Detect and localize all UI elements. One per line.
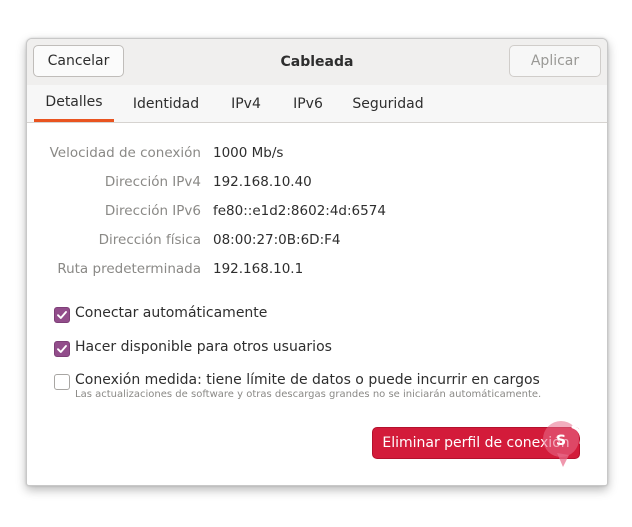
apply-button[interactable]: Aplicar xyxy=(509,45,601,77)
available-all-option[interactable]: Hacer disponible para otros usuarios xyxy=(54,339,332,357)
tab-identity[interactable]: Identidad xyxy=(124,85,208,122)
detail-value: 192.168.10.40 xyxy=(213,174,312,190)
tab-ipv6[interactable]: IPv6 xyxy=(285,85,331,122)
cancel-button[interactable]: Cancelar xyxy=(33,45,124,77)
detail-value: 192.168.10.1 xyxy=(213,261,304,277)
detail-row-mac: Dirección física 08:00:27:0B:6D:F4 xyxy=(27,230,607,252)
detail-label: Dirección IPv6 xyxy=(104,203,201,219)
tab-ipv4[interactable]: IPv4 xyxy=(223,85,269,122)
available-all-label: Hacer disponible para otros usuarios xyxy=(75,339,332,355)
header-bar: Cancelar Cableada Aplicar xyxy=(27,39,607,86)
auto-connect-checkbox[interactable] xyxy=(54,307,70,323)
detail-row-speed: Velocidad de conexión 1000 Mb/s xyxy=(27,143,607,165)
detail-row-route: Ruta predeterminada 192.168.10.1 xyxy=(27,259,607,281)
detail-row-ipv6: Dirección IPv6 fe80::e1d2:8602:4d:6574 xyxy=(27,201,607,223)
detail-label: Velocidad de conexión xyxy=(49,145,201,161)
detail-label: Dirección física xyxy=(98,232,201,248)
detail-label: Dirección IPv4 xyxy=(104,174,201,190)
watermark-logo-icon: S xyxy=(543,421,583,467)
connection-dialog: Cancelar Cableada Aplicar Detalles Ident… xyxy=(26,38,608,486)
available-all-checkbox[interactable] xyxy=(54,341,70,357)
detail-value: 1000 Mb/s xyxy=(213,145,284,161)
auto-connect-option[interactable]: Conectar automáticamente xyxy=(54,305,267,323)
checkmark-icon xyxy=(57,345,67,353)
tab-details[interactable]: Detalles xyxy=(34,85,114,122)
dialog-title: Cableada xyxy=(280,54,354,70)
svg-text:S: S xyxy=(556,433,566,449)
detail-value: fe80::e1d2:8602:4d:6574 xyxy=(213,203,386,219)
tab-bar: Detalles Identidad IPv4 IPv6 Seguridad xyxy=(27,85,607,123)
checkmark-icon xyxy=(57,311,67,319)
metered-option[interactable]: Conexión medida: tiene límite de datos o… xyxy=(54,372,541,400)
detail-label: Ruta predeterminada xyxy=(57,261,201,277)
metered-label: Conexión medida: tiene límite de datos o… xyxy=(75,372,540,388)
detail-row-ipv4: Dirección IPv4 192.168.10.40 xyxy=(27,172,607,194)
detail-value: 08:00:27:0B:6D:F4 xyxy=(213,232,341,248)
tab-security[interactable]: Seguridad xyxy=(346,85,430,122)
metered-sublabel: Las actualizaciones de software y otras … xyxy=(75,389,542,400)
metered-checkbox[interactable] xyxy=(54,374,70,390)
auto-connect-label: Conectar automáticamente xyxy=(75,305,268,321)
